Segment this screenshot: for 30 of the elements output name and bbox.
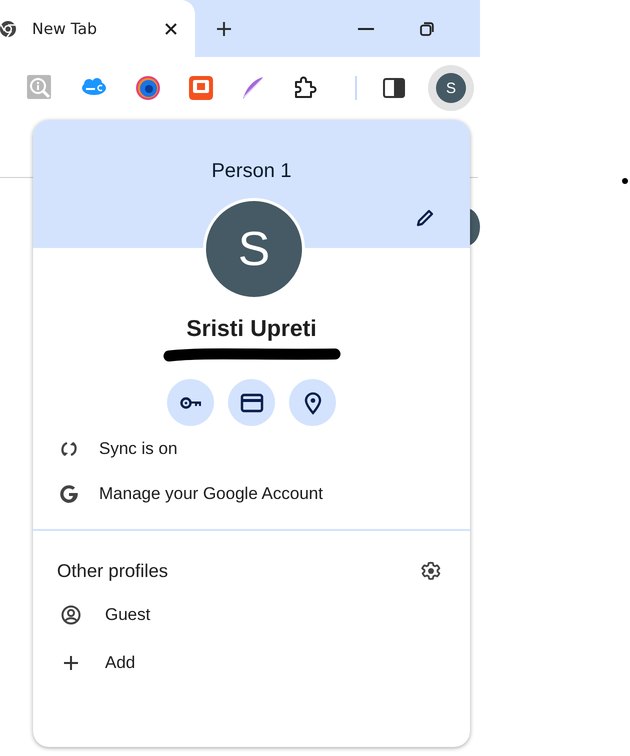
pencil-icon[interactable] — [415, 208, 435, 228]
menu-item[interactable]: Manage your Google Account — [33, 471, 470, 516]
cloud-icon[interactable] — [81, 78, 107, 98]
location-pin-button[interactable] — [289, 379, 336, 426]
profile-title: Person 1 — [210, 160, 293, 183]
browser-tab[interactable]: New Tab — [0, 0, 195, 57]
key-button[interactable] — [167, 379, 214, 426]
feather-icon[interactable] — [241, 76, 265, 100]
puzzle-piece-icon[interactable] — [293, 76, 317, 100]
profile-name: Sristi Upreti — [186, 315, 317, 343]
dot-mark — [622, 178, 628, 184]
restore-icon[interactable] — [420, 22, 434, 36]
plus-icon — [61, 653, 81, 673]
plus-icon[interactable] — [216, 20, 232, 36]
browser-logo-icon — [0, 20, 17, 38]
profile-item[interactable]: Guest — [33, 591, 470, 639]
section-title: Other profiles — [57, 560, 168, 582]
person-circle-icon — [61, 605, 81, 625]
google-icon — [59, 484, 79, 504]
menu-item[interactable]: Sync is on — [33, 426, 470, 471]
minimize-icon[interactable] — [358, 26, 374, 30]
profile-item[interactable]: Add — [33, 639, 470, 687]
profile-button[interactable]: S — [428, 65, 474, 111]
globe-icon[interactable] — [135, 75, 161, 101]
settings-icon[interactable] — [420, 560, 442, 582]
side-panel-icon[interactable] — [383, 78, 405, 98]
credit-card-button[interactable] — [228, 379, 275, 426]
profile-avatar: S — [203, 198, 305, 300]
square-badge-icon[interactable] — [189, 76, 213, 100]
close-icon[interactable] — [164, 22, 178, 36]
